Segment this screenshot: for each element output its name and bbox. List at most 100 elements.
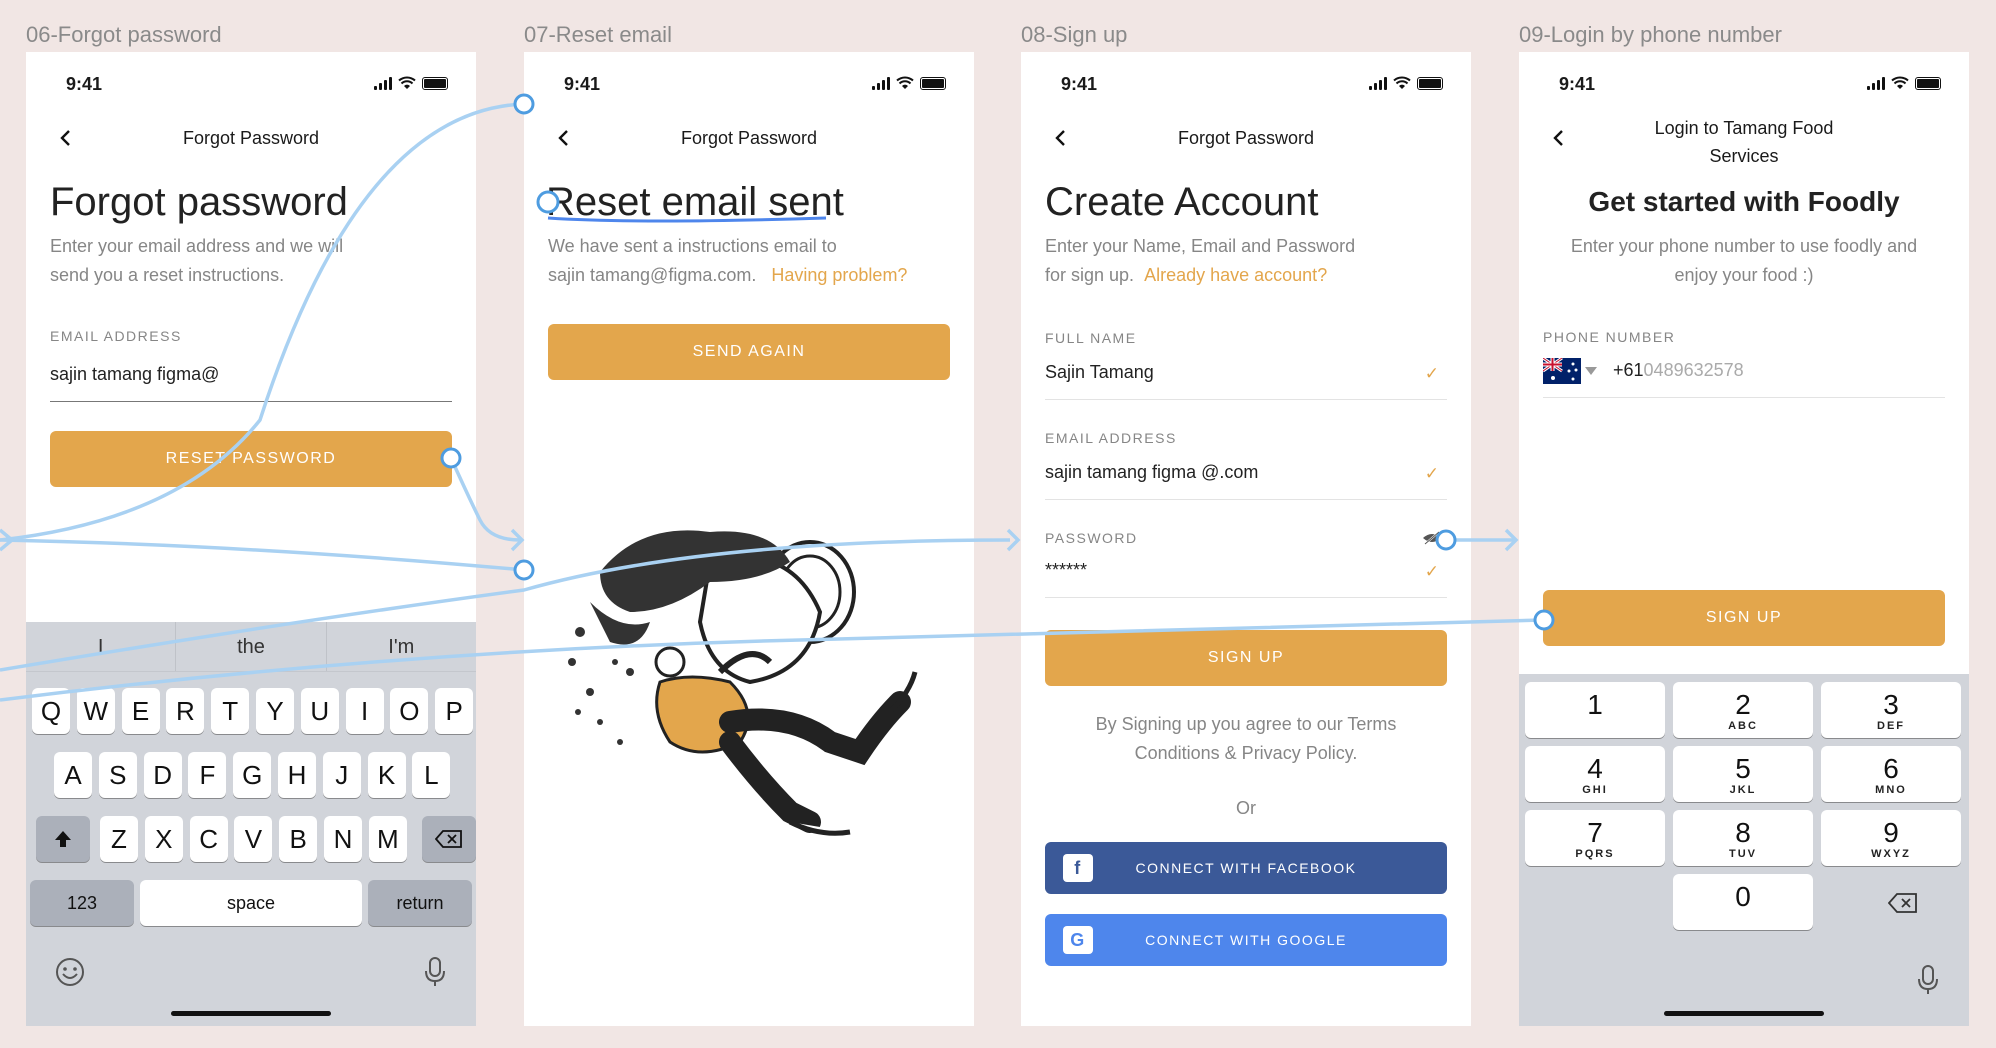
status-bar: 9:41 — [26, 70, 476, 100]
space-key[interactable]: space — [140, 880, 362, 926]
numpad-letters: WXYZ — [1871, 848, 1911, 860]
key-e[interactable]: E — [121, 688, 160, 734]
full-name-value: Sajin Tamang — [1045, 362, 1154, 382]
email-field[interactable]: sajin tamang figma @.com ✓ — [1045, 450, 1447, 500]
key-s[interactable]: S — [98, 752, 137, 798]
numpad-key-0[interactable]: 0 — [1673, 874, 1813, 930]
wifi-icon — [896, 76, 914, 89]
key-l[interactable]: L — [412, 752, 451, 798]
shift-icon — [55, 831, 71, 847]
backspace-key[interactable] — [422, 816, 476, 862]
emoji-icon[interactable] — [54, 956, 86, 988]
phone-label: PHONE NUMBER — [1543, 329, 1676, 345]
key-z[interactable]: Z — [100, 816, 138, 862]
key-o[interactable]: O — [390, 688, 429, 734]
email-value: sajin tamang figma @.com — [1045, 462, 1259, 482]
facebook-icon: f — [1063, 854, 1093, 882]
key-a[interactable]: A — [54, 752, 92, 798]
full-name-label: FULL NAME — [1045, 330, 1137, 346]
already-have-account-link[interactable]: Already have account? — [1144, 265, 1327, 285]
suggestion-item[interactable]: I — [26, 622, 177, 671]
numbers-key[interactable]: 123 — [30, 880, 134, 926]
key-t[interactable]: T — [211, 688, 250, 734]
key-u[interactable]: U — [300, 688, 339, 734]
sign-up-button[interactable]: SIGN UP — [1543, 590, 1945, 646]
numpad-key-2[interactable]: 2 ABC — [1673, 682, 1813, 738]
battery-icon — [1915, 76, 1941, 90]
backspace-icon[interactable] — [1888, 892, 1918, 914]
numpad-digit: 5 — [1735, 753, 1751, 784]
email-label: EMAIL ADDRESS — [50, 328, 182, 344]
status-time: 9:41 — [1559, 74, 1596, 94]
sign-up-button[interactable]: SIGN UP — [1045, 630, 1447, 686]
key-f[interactable]: F — [188, 752, 227, 798]
country-selector[interactable] — [1543, 358, 1597, 384]
email-field[interactable]: sajin tamang figma@ — [50, 352, 452, 402]
screen-forgot-password: 9:41 Forgot Password Forgot password Ent… — [26, 52, 476, 1026]
return-key[interactable]: return — [368, 880, 472, 926]
email-label: EMAIL ADDRESS — [1045, 430, 1177, 446]
phone-field[interactable]: +610489632578 — [1543, 348, 1945, 398]
connect-google-button[interactable]: G CONNECT WITH GOOGLE — [1045, 914, 1447, 966]
key-b[interactable]: B — [279, 816, 318, 862]
key-y[interactable]: Y — [256, 688, 294, 734]
having-problem-link[interactable]: Having problem? — [771, 265, 907, 285]
key-j[interactable]: J — [322, 752, 361, 798]
key-q[interactable]: Q — [32, 688, 70, 734]
key-r[interactable]: R — [166, 688, 205, 734]
description-line: Enter your email address and we will — [50, 236, 344, 256]
numpad-digit: 6 — [1883, 753, 1899, 784]
signal-icon — [872, 76, 890, 90]
key-n[interactable]: N — [324, 816, 362, 862]
numpad-key-9[interactable]: 9 WXYZ — [1821, 810, 1961, 866]
key-k[interactable]: K — [367, 752, 406, 798]
numpad-key-5[interactable]: 5 JKL — [1673, 746, 1813, 802]
page-description: Enter your email address and we will sen… — [50, 232, 440, 290]
numpad-key-6[interactable]: 6 MNO — [1821, 746, 1961, 802]
key-x[interactable]: X — [144, 816, 183, 862]
password-field[interactable]: ****** ✓ — [1045, 548, 1447, 598]
numpad-key-7[interactable]: 7 PQRS — [1525, 810, 1665, 866]
key-c[interactable]: C — [189, 816, 228, 862]
screen-reset-email: 9:41 Forgot Password Reset email sent We… — [524, 52, 974, 1026]
numpad-letters: PQRS — [1575, 848, 1615, 860]
send-again-button[interactable]: SEND AGAIN — [548, 324, 950, 380]
description-line: We have sent a instructions email to — [548, 236, 837, 256]
key-w[interactable]: W — [76, 688, 115, 734]
key-g[interactable]: G — [233, 752, 272, 798]
status-bar: 9:41 — [524, 70, 974, 100]
numpad-key-4[interactable]: 4 GHI — [1525, 746, 1665, 802]
suggestion-item[interactable]: the — [176, 622, 327, 671]
microphone-icon[interactable] — [424, 956, 446, 988]
key-h[interactable]: H — [278, 752, 316, 798]
suggestion-item[interactable]: I'm — [327, 622, 476, 671]
status-bar: 9:41 — [1519, 70, 1969, 100]
nav-title: Forgot Password — [182, 128, 320, 148]
numpad-key-1[interactable]: 1 — [1525, 682, 1665, 738]
description-line: Enter your phone number to use foodly an… — [1570, 236, 1918, 256]
key-m[interactable]: M — [368, 816, 407, 862]
status-time: 9:41 — [1061, 74, 1098, 94]
key-v[interactable]: V — [234, 816, 273, 862]
description-line: sajin tamang@figma.com. — [548, 265, 757, 285]
page-title: Forgot password — [50, 180, 348, 224]
microphone-icon[interactable] — [1917, 964, 1939, 996]
connect-facebook-button[interactable]: f CONNECT WITH FACEBOOK — [1045, 842, 1447, 894]
numpad-digit: 8 — [1735, 817, 1751, 848]
nav-title: Forgot Password — [1177, 128, 1315, 148]
full-name-field[interactable]: Sajin Tamang ✓ — [1045, 350, 1447, 400]
google-icon: G — [1063, 926, 1093, 954]
check-icon: ✓ — [1424, 364, 1439, 383]
key-p[interactable]: P — [435, 688, 474, 734]
password-value: ****** — [1045, 560, 1088, 580]
eye-off-icon[interactable] — [1421, 530, 1443, 546]
numpad-key-3[interactable]: 3 DEF — [1821, 682, 1961, 738]
numpad-digit: 1 — [1587, 689, 1603, 720]
shift-key[interactable] — [36, 816, 90, 862]
status-time: 9:41 — [66, 74, 103, 94]
key-d[interactable]: D — [143, 752, 182, 798]
page-title: Get started with Foodly — [1588, 186, 1900, 217]
reset-password-button[interactable]: RESET PASSWORD — [50, 431, 452, 487]
key-i[interactable]: I — [345, 688, 384, 734]
numpad-key-8[interactable]: 8 TUV — [1673, 810, 1813, 866]
